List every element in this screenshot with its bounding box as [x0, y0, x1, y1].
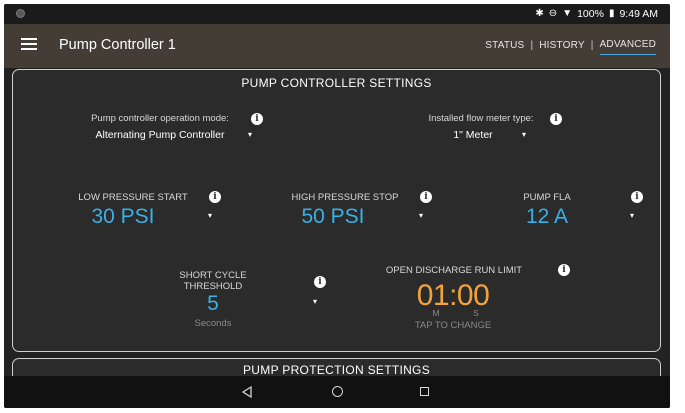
chevron-down-icon[interactable]: ▾	[248, 130, 252, 139]
short-cycle-unit: Seconds	[194, 318, 232, 329]
short-cycle-info-icon[interactable]: i	[314, 276, 326, 288]
flow-meter-select[interactable]: 1" Meter	[418, 129, 528, 141]
battery-icon: ▮	[608, 8, 615, 19]
tab-status[interactable]: STATUS	[485, 40, 524, 55]
back-icon[interactable]	[242, 386, 252, 398]
flow-meter-info-icon[interactable]: i	[550, 113, 562, 125]
low-pressure-value[interactable]: 30 PSI	[63, 205, 183, 229]
wifi-icon: ▼	[562, 8, 573, 19]
chevron-down-icon[interactable]: ▾	[313, 297, 317, 306]
minutes-unit-label: M	[432, 308, 440, 318]
section-title: PUMP PROTECTION SETTINGS	[243, 363, 430, 376]
low-pressure-label: LOW PRESSURE START	[78, 192, 188, 203]
short-cycle-label-line2: THRESHOLD	[183, 281, 243, 292]
chevron-down-icon[interactable]: ▾	[630, 211, 634, 220]
high-pressure-info-icon[interactable]: i	[420, 191, 432, 203]
do-not-disturb-icon: ⊖	[548, 8, 558, 19]
discharge-limit-timer[interactable]: 01:00	[393, 279, 513, 313]
top-nav: STATUS | HISTORY | ADVANCED	[485, 39, 656, 55]
seconds-unit-label: S	[473, 308, 479, 318]
operation-mode-select[interactable]: Alternating Pump Controller	[75, 129, 245, 141]
chevron-down-icon[interactable]: ▾	[522, 130, 526, 139]
high-pressure-value[interactable]: 50 PSI	[273, 205, 393, 229]
operation-mode-label: Pump controller operation mode:	[91, 113, 229, 124]
battery-percent: 100%	[577, 8, 604, 20]
pump-controller-settings-card: PUMP CONTROLLER SETTINGS Pump controller…	[12, 69, 661, 352]
short-cycle-value[interactable]: 5	[163, 292, 263, 316]
content-area: PUMP CONTROLLER SETTINGS Pump controller…	[4, 68, 670, 376]
pump-fla-info-icon[interactable]: i	[631, 191, 643, 203]
tablet-screen: ✱ ⊖ ▼ 100% ▮ 9:49 AM Pump Controller 1 S…	[4, 4, 670, 408]
tab-divider: |	[530, 39, 534, 51]
status-bar: ✱ ⊖ ▼ 100% ▮ 9:49 AM	[4, 4, 670, 24]
home-icon[interactable]	[332, 386, 343, 397]
system-nav-bar	[4, 376, 670, 408]
chevron-down-icon[interactable]: ▾	[419, 211, 423, 220]
pump-fla-value[interactable]: 12 A	[497, 205, 597, 229]
chevron-down-icon[interactable]: ▾	[208, 211, 212, 220]
pump-protection-settings-card[interactable]: PUMP PROTECTION SETTINGS	[12, 358, 661, 376]
section-title: PUMP CONTROLLER SETTINGS	[241, 76, 432, 90]
tab-history[interactable]: HISTORY	[539, 40, 585, 55]
menu-icon[interactable]	[21, 38, 37, 52]
tap-to-change-hint: TAP TO CHANGE	[414, 320, 492, 331]
camera-icon	[16, 9, 25, 18]
recent-apps-icon[interactable]	[420, 387, 429, 396]
flow-meter-label: Installed flow meter type:	[428, 113, 534, 124]
discharge-limit-info-icon[interactable]: i	[558, 264, 570, 276]
short-cycle-label-line1: SHORT CYCLE	[179, 270, 247, 281]
bluetooth-icon: ✱	[535, 8, 544, 19]
pump-fla-label: PUMP FLA	[523, 192, 571, 203]
app-bar: Pump Controller 1 STATUS | HISTORY | ADV…	[4, 24, 670, 68]
operation-mode-info-icon[interactable]: i	[251, 113, 263, 125]
high-pressure-label: HIGH PRESSURE STOP	[291, 192, 399, 203]
page-title: Pump Controller 1	[59, 37, 176, 53]
tab-divider: |	[590, 39, 594, 51]
clock: 9:49 AM	[619, 8, 658, 20]
low-pressure-info-icon[interactable]: i	[209, 191, 221, 203]
tab-advanced[interactable]: ADVANCED	[599, 39, 656, 55]
discharge-limit-label: OPEN DISCHARGE RUN LIMIT	[385, 265, 523, 276]
